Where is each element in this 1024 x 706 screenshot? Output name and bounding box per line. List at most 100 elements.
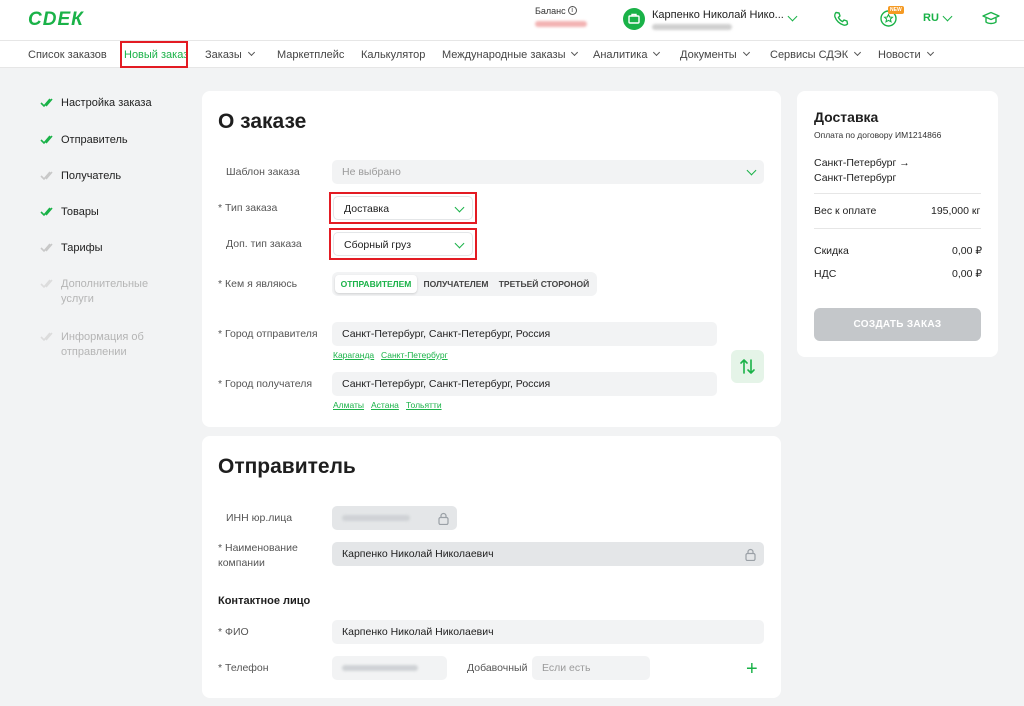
chevron-down-icon bbox=[653, 48, 661, 57]
nav-orders-label: Заказы bbox=[205, 49, 242, 61]
route-from: Санкт-Петербург → bbox=[814, 157, 910, 169]
check-icon bbox=[40, 98, 53, 108]
swap-arrows-icon bbox=[740, 359, 755, 374]
lock-icon bbox=[745, 548, 756, 561]
chevron-down-icon bbox=[926, 48, 934, 57]
nav-international-orders[interactable]: Международные заказы bbox=[442, 48, 579, 61]
extension-input[interactable]: Если есть bbox=[532, 656, 650, 680]
route-to: Санкт-Петербург bbox=[814, 172, 897, 184]
nav-news[interactable]: Новости bbox=[878, 48, 934, 61]
balance[interactable]: Баланс i bbox=[535, 6, 587, 27]
company-input: Карпенко Николай Николаевич bbox=[332, 542, 764, 566]
vat-value: 0,00 ₽ bbox=[952, 268, 983, 280]
company-value: Карпенко Николай Николаевич bbox=[342, 548, 494, 560]
receiver-city-label: * Город получателя bbox=[218, 378, 313, 390]
nav-international-label: Международные заказы bbox=[442, 49, 566, 61]
quick-city-link[interactable]: Тольятти bbox=[406, 400, 442, 410]
summary-title: Доставка bbox=[814, 109, 879, 125]
phone-icon[interactable] bbox=[832, 10, 850, 31]
check-icon bbox=[40, 243, 53, 253]
chevron-down-icon bbox=[571, 48, 579, 57]
check-icon bbox=[40, 135, 53, 145]
role-label: * Кем я являюсь bbox=[218, 278, 298, 290]
nav-marketplace[interactable]: Маркетплейс bbox=[277, 49, 344, 61]
step-label: Отправитель bbox=[61, 134, 128, 146]
extension-label: Добавочный bbox=[467, 662, 528, 674]
role-third-party-option[interactable]: ТРЕТЬЕЙ СТОРОНОЙ bbox=[495, 275, 593, 293]
balance-value-hidden bbox=[535, 21, 587, 27]
check-icon bbox=[40, 332, 53, 342]
inn-label: ИНН юр.лица bbox=[226, 512, 293, 524]
sender-title: Отправитель bbox=[218, 455, 356, 478]
extra-type-label: Доп. тип заказа bbox=[226, 238, 302, 250]
contact-person-heading: Контактное лицо bbox=[218, 595, 311, 607]
weight-value: 195,000 кг bbox=[931, 205, 981, 217]
vat-label: НДС bbox=[814, 268, 837, 280]
chevron-down-icon[interactable] bbox=[787, 11, 798, 22]
highlight-extra-type bbox=[329, 228, 477, 260]
nav-documents[interactable]: Документы bbox=[680, 48, 750, 61]
chevron-down-icon bbox=[854, 48, 862, 57]
top-bar: СDЕК Баланс i Карпенко Николай Нико... NE… bbox=[0, 0, 1024, 40]
check-icon bbox=[40, 171, 53, 181]
balance-label: Баланс bbox=[535, 6, 566, 16]
fio-label: * ФИО bbox=[218, 626, 249, 638]
fio-input[interactable]: Карпенко Николай Николаевич bbox=[332, 620, 764, 644]
role-receiver-option[interactable]: ПОЛУЧАТЕЛЕМ bbox=[420, 275, 492, 293]
quick-city-link[interactable]: Астана bbox=[371, 400, 399, 410]
graduation-cap-icon[interactable] bbox=[981, 10, 1001, 31]
inn-value-hidden bbox=[342, 515, 410, 521]
new-badge: NEW bbox=[888, 6, 904, 14]
step-label: Товары bbox=[61, 206, 99, 218]
highlight-new-order bbox=[120, 41, 188, 68]
step-label: Настройка заказа bbox=[61, 97, 152, 109]
lock-icon bbox=[438, 512, 449, 525]
weight-label: Вес к оплате bbox=[814, 205, 877, 217]
language-selector[interactable]: RU bbox=[923, 12, 939, 24]
chevron-down-icon[interactable] bbox=[942, 11, 953, 22]
chevron-down-icon bbox=[742, 48, 750, 57]
role-sender-option[interactable]: ОТПРАВИТЕЛЕМ bbox=[335, 275, 417, 293]
sender-city-input[interactable]: Санкт-Петербург, Санкт-Петербург, Россия bbox=[332, 322, 717, 346]
company-label: * Наименование компании bbox=[218, 542, 298, 569]
create-order-button[interactable]: СОЗДАТЬ ЗАКАЗ bbox=[814, 308, 981, 341]
step-label: Получатель bbox=[61, 170, 122, 182]
user-name[interactable]: Карпенко Николай Нико... bbox=[652, 9, 784, 21]
quick-city-link[interactable]: Алматы bbox=[333, 400, 364, 410]
receiver-city-input[interactable]: Санкт-Петербург, Санкт-Петербург, Россия bbox=[332, 372, 717, 396]
divider bbox=[814, 193, 981, 194]
contract-text: Оплата по договору ИМ1214866 bbox=[814, 130, 942, 140]
role-segmented-control: ОТПРАВИТЕЛЕМ ПОЛУЧАТЕЛЕМ ТРЕТЬЕЙ СТОРОНО… bbox=[332, 272, 597, 296]
check-icon bbox=[40, 279, 53, 289]
nav-cdek-services[interactable]: Сервисы СДЭК bbox=[770, 48, 862, 61]
template-placeholder: Не выбрано bbox=[342, 166, 401, 178]
inn-input bbox=[332, 506, 457, 530]
nav-news-label: Новости bbox=[878, 49, 921, 61]
order-title: О заказе bbox=[218, 110, 307, 133]
sender-city-label: * Город отправителя bbox=[218, 328, 318, 340]
add-phone-icon[interactable]: + bbox=[746, 659, 758, 679]
highlight-order-type bbox=[329, 192, 477, 224]
nav-orders[interactable]: Заказы bbox=[205, 48, 255, 61]
user-account-hidden bbox=[652, 24, 732, 30]
step-label: Информация об отправлении bbox=[61, 331, 144, 358]
quick-city-link[interactable]: Санкт-Петербург bbox=[381, 350, 448, 360]
chevron-down-icon bbox=[746, 165, 757, 176]
nav-calculator[interactable]: Калькулятор bbox=[361, 49, 425, 61]
phone-value-hidden bbox=[342, 665, 418, 671]
swap-cities-button[interactable] bbox=[731, 350, 764, 383]
phone-input[interactable] bbox=[332, 656, 447, 680]
check-icon bbox=[40, 207, 53, 217]
briefcase-icon[interactable] bbox=[623, 8, 645, 30]
nav-documents-label: Документы bbox=[680, 49, 737, 61]
template-select[interactable]: Не выбрано bbox=[332, 160, 764, 184]
info-icon[interactable]: i bbox=[567, 6, 577, 15]
chevron-down-icon bbox=[247, 48, 255, 57]
step-label: Тарифы bbox=[61, 242, 103, 254]
cdek-logo[interactable]: СDЕК bbox=[28, 9, 84, 31]
nav-analytics[interactable]: Аналитика bbox=[593, 48, 661, 61]
discount-label: Скидка bbox=[814, 245, 849, 257]
quick-city-link[interactable]: Караганда bbox=[333, 350, 374, 360]
discount-value: 0,00 ₽ bbox=[952, 245, 983, 257]
nav-orders-list[interactable]: Список заказов bbox=[28, 49, 107, 61]
